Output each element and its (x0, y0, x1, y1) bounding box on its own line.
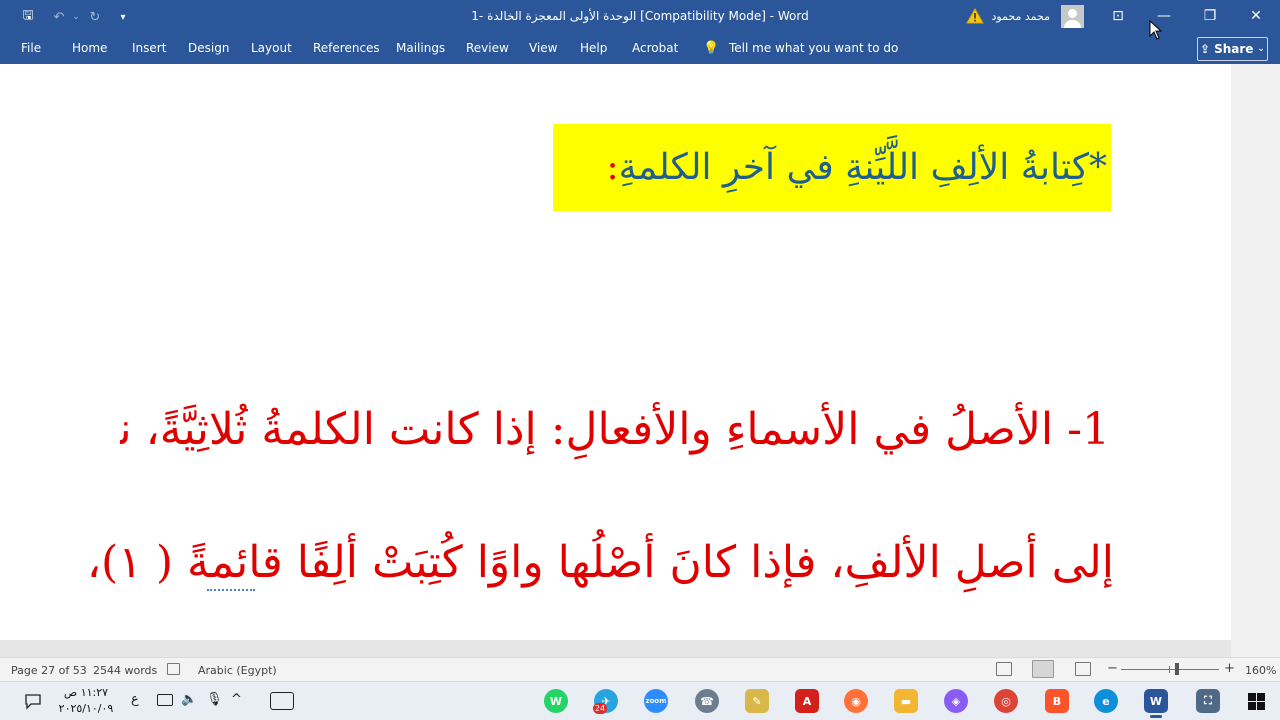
tab-file[interactable]: File (21, 41, 41, 55)
tab-home[interactable]: Home (72, 41, 107, 55)
share-icon: ⇪ (1200, 42, 1211, 56)
chevron-up-icon[interactable]: ^ (231, 692, 242, 707)
window-title: 1- الوحدة الأولى المعجزة الخالدة [Compat… (471, 9, 809, 23)
tab-review[interactable]: Review (466, 41, 509, 55)
zoom-in-button[interactable]: + (1224, 661, 1235, 676)
tell-me-search[interactable]: Tell me what you want to do (729, 41, 898, 55)
edge-icon[interactable]: e (1094, 689, 1118, 713)
restore-icon[interactable]: ❐ (1187, 0, 1233, 32)
chevron-down-icon: ⌄ (1257, 44, 1265, 54)
vertical-scrollbar[interactable] (1231, 64, 1280, 657)
system-clock[interactable]: ١١:٢٧ ص ٢٠٢٥/١٠/٠٩ (58, 685, 114, 717)
whatsapp-icon[interactable]: W (544, 689, 568, 713)
brave-icon[interactable]: B (1045, 689, 1069, 713)
save-icon[interactable]: 🖫 (17, 6, 39, 28)
ribbon-tab-bar: File Home Insert Design Layout Reference… (0, 34, 1280, 64)
heading-colon: : (606, 147, 619, 188)
file-explorer-icon[interactable]: ▬ (894, 689, 918, 713)
tab-help[interactable]: Help (580, 41, 607, 55)
windows-start-icon[interactable] (1248, 693, 1265, 710)
notes-icon[interactable]: ✎ (745, 689, 769, 713)
ribbon-display-options-icon[interactable]: ⊡ (1095, 0, 1141, 32)
snipping-tool-icon[interactable]: ⛶ (1196, 689, 1220, 713)
zoom-slider-midpoint (1169, 666, 1170, 673)
heading-star: * (1089, 147, 1107, 188)
firefox-icon[interactable]: ◉ (844, 689, 868, 713)
document-heading[interactable]: *كِتابةُ الألِفِ اللَّيِّنةِ في آخرِ الك… (553, 124, 1111, 211)
tab-insert[interactable]: Insert (132, 41, 166, 55)
microphone-icon[interactable]: 🎙 (206, 692, 223, 707)
close-icon[interactable]: ✕ (1233, 0, 1279, 32)
tab-layout[interactable]: Layout (251, 41, 292, 55)
paragraph-line-1[interactable]: 1- الأصلُ في الأسماءِ والأفعالِ: إذا كان… (120, 395, 1110, 465)
word-icon[interactable]: W (1144, 689, 1168, 718)
network-icon[interactable] (157, 694, 173, 706)
taskbar: ١١:٢٧ ص ٢٠٢٥/١٠/٠٩ ع 🔈 🎙 ^ W ✈ 24 zoom ☎… (0, 681, 1280, 720)
zoom-out-button[interactable]: − (1107, 661, 1118, 676)
zoom-icon[interactable]: zoom (644, 689, 668, 713)
tab-mailings[interactable]: Mailings (396, 41, 445, 55)
keyboard-icon[interactable] (270, 692, 294, 710)
web-layout-icon[interactable] (1075, 662, 1091, 676)
read-mode-icon[interactable] (996, 662, 1012, 676)
clock-date: ٢٠٢٥/١٠/٠٩ (58, 702, 114, 715)
clock-time: ١١:٢٧ ص (63, 686, 109, 699)
tab-references[interactable]: References (313, 41, 380, 55)
notification-icon[interactable] (24, 692, 42, 710)
heading-text: كِتابةُ الألِفِ اللَّيِّنةِ في آخرِ الكل… (618, 147, 1089, 188)
zoom-level[interactable]: 160% (1245, 664, 1276, 677)
print-layout-icon[interactable] (1032, 660, 1054, 678)
redo-icon[interactable]: ↻ (84, 6, 106, 28)
phone-icon[interactable]: ☎ (695, 689, 719, 713)
warning-icon[interactable] (966, 8, 984, 24)
user-name[interactable]: محمد محمود (990, 10, 1050, 23)
user-avatar-icon[interactable] (1061, 5, 1084, 28)
copilot-icon[interactable]: ◈ (944, 689, 968, 713)
zoom-slider-thumb[interactable] (1175, 663, 1179, 675)
proofing-icon[interactable] (167, 663, 180, 675)
minimize-icon[interactable]: — (1141, 0, 1187, 32)
lightbulb-icon: 💡 (703, 41, 720, 56)
share-button[interactable]: ⇪ Share ⌄ (1197, 37, 1268, 61)
telegram-badge: 24 (593, 703, 607, 714)
status-bar: Page 27 of 53 2544 words Arabic (Egypt) … (0, 657, 1280, 681)
tab-design[interactable]: Design (188, 41, 229, 55)
language-indicator[interactable]: Arabic (Egypt) (198, 664, 277, 677)
title-bar: 🖫 ↶ ⌄ ↻ ▾ 1- الوحدة الأولى المعجزة الخال… (0, 0, 1280, 34)
chrome-icon[interactable]: ◎ (994, 689, 1018, 713)
customize-qat-icon[interactable]: ▾ (112, 6, 134, 28)
mouse-cursor-icon (1149, 20, 1163, 40)
speaker-icon[interactable]: 🔈 (181, 692, 197, 707)
page-count[interactable]: Page 27 of 53 (11, 664, 87, 677)
share-label: Share (1214, 42, 1254, 56)
spelling-squiggle (207, 588, 255, 591)
word-count[interactable]: 2544 words (93, 664, 157, 677)
tab-view[interactable]: View (529, 41, 557, 55)
input-language[interactable]: ع (131, 692, 139, 707)
acrobat-icon[interactable]: A (795, 689, 819, 713)
tab-acrobat[interactable]: Acrobat (632, 41, 678, 55)
zoom-slider[interactable] (1121, 669, 1219, 670)
